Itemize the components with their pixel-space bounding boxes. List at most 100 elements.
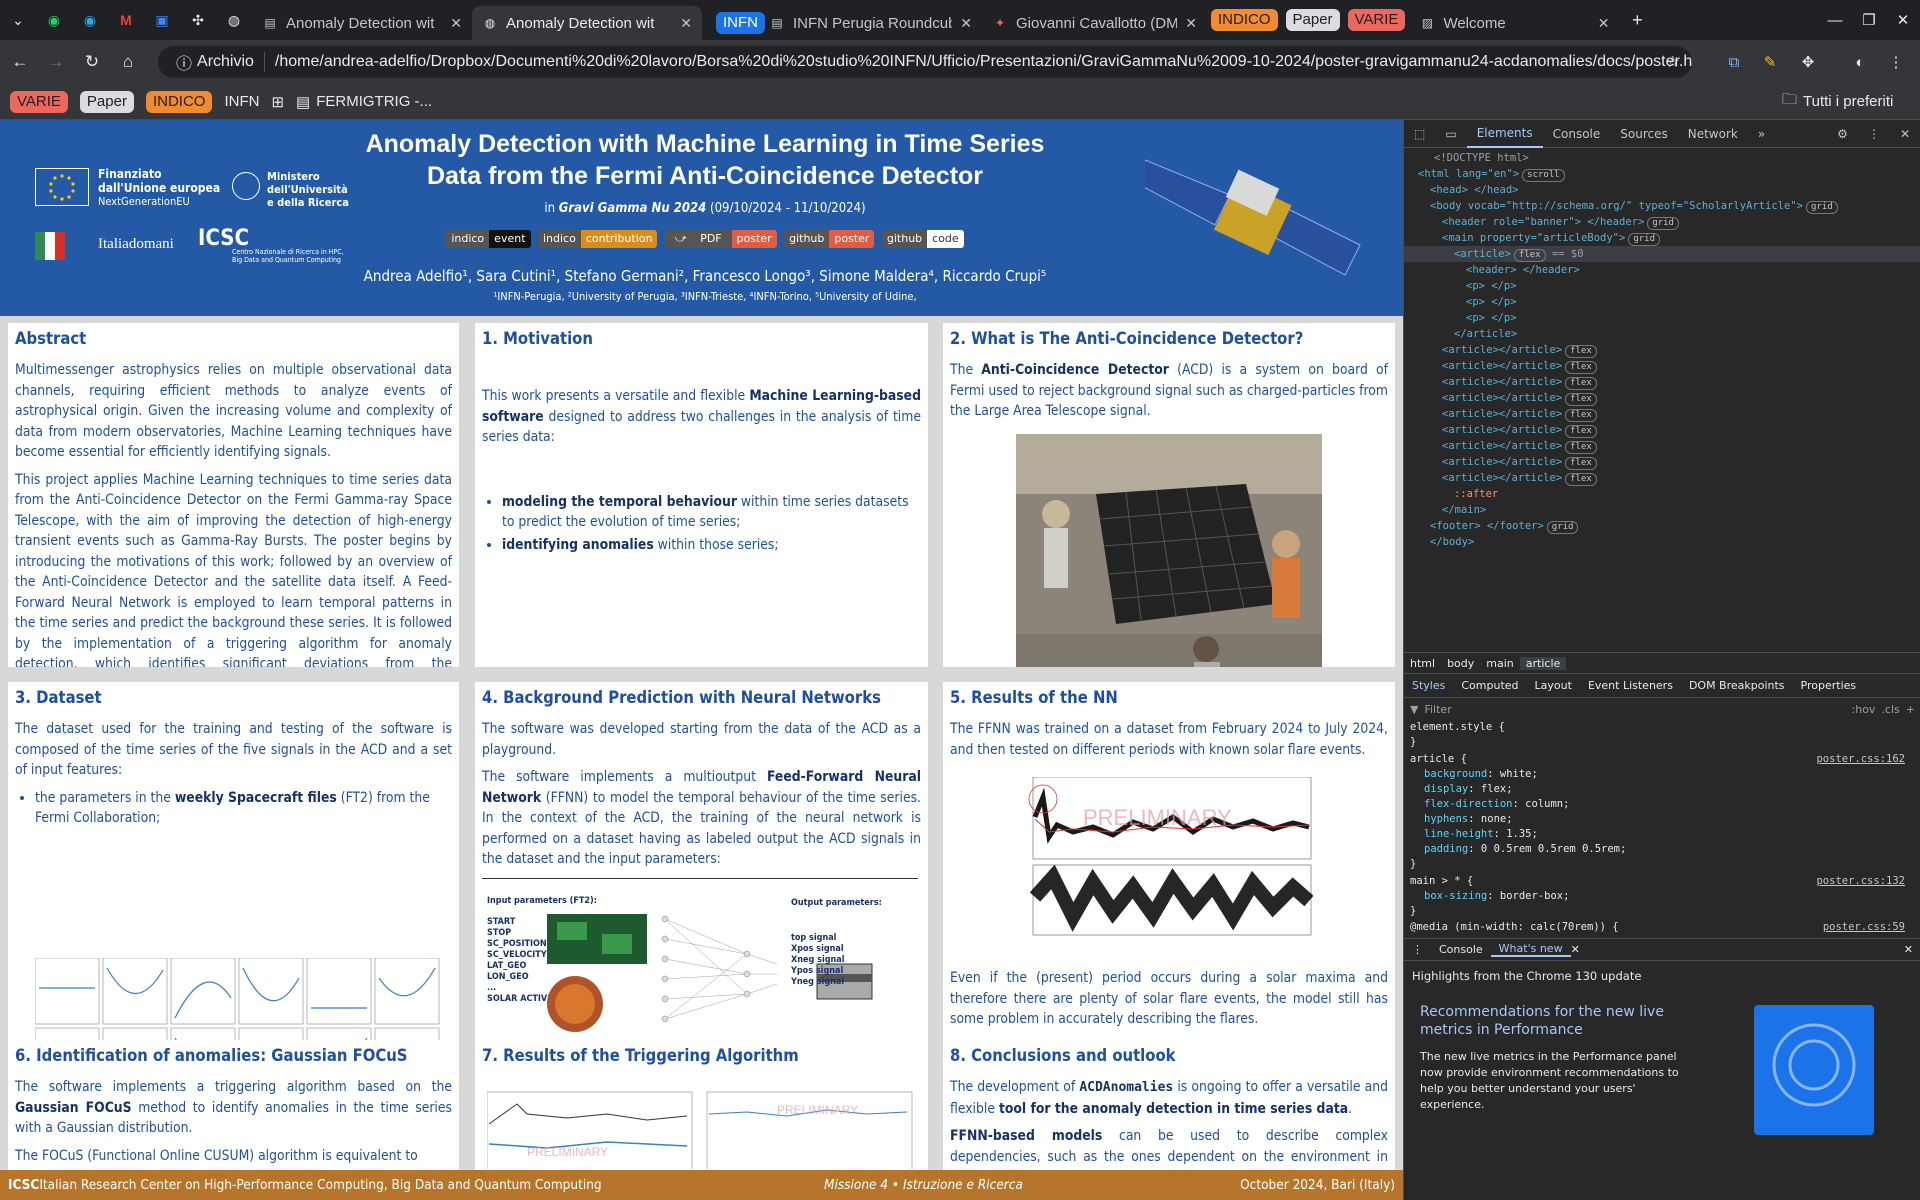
css-declaration[interactable]: display: flex;: [1424, 782, 1513, 797]
flex-badge[interactable]: flex: [1565, 345, 1597, 358]
css-declaration[interactable]: background: white;: [1424, 767, 1538, 782]
dom-line[interactable]: <p> </p>: [1466, 278, 1517, 294]
css-declaration[interactable]: line-height: 1.35;: [1424, 827, 1538, 842]
close-icon[interactable]: ✕: [960, 15, 972, 32]
crumb-html[interactable]: html: [1404, 657, 1441, 670]
close-icon[interactable]: ✕: [1571, 943, 1580, 956]
tab-properties[interactable]: Properties: [1793, 679, 1865, 692]
close-icon[interactable]: ✕: [450, 15, 462, 32]
badge-github-code[interactable]: github code: [881, 230, 964, 248]
more-options-icon[interactable]: ⋮: [1858, 120, 1890, 148]
whats-new-title[interactable]: Recommendations for the new live metrics…: [1420, 1003, 1710, 1039]
translate-icon[interactable]: ⧉: [1722, 50, 1746, 74]
tab-console[interactable]: Console: [1543, 120, 1611, 148]
cls-toggle[interactable]: .cls: [1881, 703, 1899, 716]
tab-layout[interactable]: Layout: [1527, 679, 1580, 692]
dom-line[interactable]: <footer> </footer> grid: [1430, 518, 1579, 534]
tab-group-indico[interactable]: INDICO: [1211, 9, 1278, 31]
tab-group-paper[interactable]: Paper: [1285, 9, 1340, 31]
dom-line[interactable]: <body vocab="http://schema.org/" typeof=…: [1430, 198, 1838, 214]
tab-elements[interactable]: Elements: [1466, 120, 1543, 148]
omnibox[interactable]: ⓘ Archivio /home/andrea-adelfio/Dropbox/D…: [158, 46, 1692, 78]
dom-line[interactable]: <article></article> flex: [1442, 374, 1597, 390]
restore-button[interactable]: ❐: [1852, 0, 1886, 40]
pinned-tab-chatgpt[interactable]: ✣: [180, 0, 216, 40]
pinned-tab-gmail[interactable]: M: [108, 0, 144, 40]
dom-line[interactable]: ::after: [1454, 486, 1498, 502]
css-declaration[interactable]: flex-direction: column;: [1424, 797, 1569, 812]
flex-badge[interactable]: flex: [1565, 425, 1597, 438]
badge-github-poster[interactable]: github poster: [784, 230, 875, 248]
dom-line[interactable]: <!DOCTYPE html>: [1434, 150, 1529, 166]
flex-badge[interactable]: flex: [1565, 457, 1597, 470]
bookmark-folder-varie[interactable]: VARIE: [10, 90, 68, 113]
dom-line[interactable]: <p> </p>: [1466, 294, 1517, 310]
badge-indico-event[interactable]: indico event: [446, 230, 531, 248]
settings-gear-icon[interactable]: ⚙: [1827, 120, 1858, 148]
dom-line[interactable]: <html lang="en"> scroll: [1418, 166, 1565, 182]
more-tabs-icon[interactable]: »: [1748, 120, 1775, 148]
rule-selector[interactable]: main > * {: [1410, 874, 1473, 889]
dom-line[interactable]: <header> </header>: [1466, 262, 1580, 278]
bookmark-folder-infn[interactable]: INFN: [224, 93, 259, 110]
back-button[interactable]: ←: [4, 46, 36, 78]
media-query[interactable]: @media (min-width: calc(70rem)) {: [1410, 920, 1619, 935]
tab-dom-breakpoints[interactable]: DOM Breakpoints: [1681, 679, 1793, 692]
all-bookmarks[interactable]: 🗀 Tutti i preferiti: [1782, 89, 1893, 114]
tab-sources[interactable]: Sources: [1610, 120, 1677, 148]
drawer-tab-whats-new[interactable]: What's new: [1490, 942, 1571, 957]
dom-line[interactable]: <header role="banner"> </header> grid: [1442, 214, 1679, 230]
tab-event-listeners[interactable]: Event Listeners: [1580, 679, 1681, 692]
bookmark-star-icon[interactable]: ☆: [1666, 52, 1680, 72]
pinned-tab-calendar[interactable]: ▣: [144, 0, 180, 40]
grid-badge[interactable]: grid: [1546, 521, 1579, 534]
tab-roundcube[interactable]: INFN ▤ INFN Perugia Roundcub ✕: [702, 6, 982, 40]
grid-badge[interactable]: grid: [1628, 233, 1661, 246]
tab-welcome[interactable]: ▨ Welcome ✕: [1409, 6, 1619, 40]
dom-line[interactable]: <main property="articleBody"> grid: [1442, 230, 1661, 246]
tab-search-button[interactable]: ⌄: [0, 0, 36, 40]
plus-icon[interactable]: +: [1906, 703, 1915, 716]
crumb-body[interactable]: body: [1441, 657, 1480, 670]
badge-indico-contribution[interactable]: indico contribution: [537, 230, 658, 248]
inspect-element-icon[interactable]: ⬚: [1404, 120, 1435, 148]
dom-line[interactable]: <article></article> flex: [1442, 422, 1597, 438]
rule-source-link[interactable]: poster.css:59: [1823, 920, 1905, 935]
flex-badge[interactable]: flex: [1565, 441, 1597, 454]
dom-line[interactable]: <article></article> flex: [1442, 406, 1597, 422]
tab-group-varie[interactable]: VARIE: [1347, 9, 1406, 31]
css-declaration[interactable]: box-sizing: border-box;: [1424, 889, 1569, 904]
css-declaration[interactable]: hyphens: none;: [1424, 812, 1513, 827]
close-icon[interactable]: ✕: [1598, 15, 1610, 32]
close-drawer-icon[interactable]: ✕: [1896, 943, 1920, 956]
rule-selector[interactable]: article {: [1410, 752, 1467, 767]
close-icon[interactable]: ✕: [1185, 15, 1197, 32]
forward-button[interactable]: →: [40, 46, 72, 78]
pinned-tab-whatsapp[interactable]: ◉: [36, 0, 72, 40]
close-icon[interactable]: ✕: [680, 15, 692, 32]
grid-badge[interactable]: grid: [1647, 217, 1679, 230]
rule-source-link[interactable]: poster.css:132: [1816, 874, 1905, 889]
dom-line[interactable]: <article></article> flex: [1442, 342, 1597, 358]
extension-icon[interactable]: ✎: [1758, 50, 1782, 74]
dom-line-selected[interactable]: <article> flex == $0: [1404, 246, 1920, 262]
dom-line[interactable]: <article></article> flex: [1442, 470, 1597, 486]
dom-line[interactable]: <p> </p>: [1466, 310, 1517, 326]
close-devtools-icon[interactable]: ✕: [1890, 120, 1920, 148]
flex-badge[interactable]: flex: [1565, 409, 1597, 422]
profile-avatar[interactable]: ◐: [1848, 50, 1872, 74]
dom-line[interactable]: </body>: [1430, 534, 1474, 548]
tab-network[interactable]: Network: [1678, 120, 1748, 148]
flex-badge[interactable]: flex: [1565, 393, 1597, 406]
bookmark-folder-paper[interactable]: Paper: [79, 90, 134, 113]
url-text[interactable]: /home/andrea-adelfio/Dropbox/Documenti%2…: [275, 53, 1692, 71]
minimize-button[interactable]: —: [1818, 0, 1852, 40]
drawer-menu-icon[interactable]: ⋮: [1404, 943, 1431, 956]
crumb-main[interactable]: main: [1480, 657, 1519, 670]
filter-input[interactable]: Filter: [1424, 703, 1845, 716]
rule-selector[interactable]: element.style {: [1410, 720, 1505, 735]
drawer-tab-console[interactable]: Console: [1431, 943, 1491, 956]
dom-line[interactable]: <article></article> flex: [1442, 390, 1597, 406]
tab-poster-2[interactable]: ◍ Anomaly Detection wit ✕: [472, 6, 702, 40]
dom-line[interactable]: <article></article> flex: [1442, 438, 1597, 454]
